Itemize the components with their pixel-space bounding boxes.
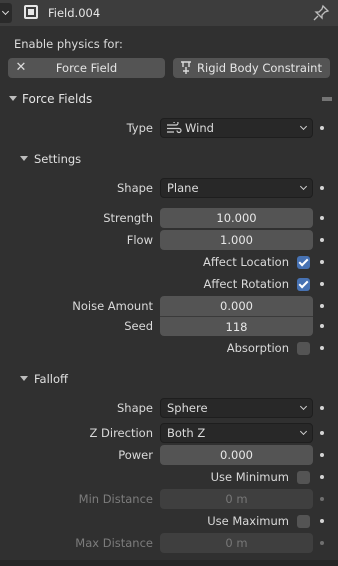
chevron-down-icon xyxy=(299,402,308,411)
max-distance-label: Max Distance xyxy=(75,536,153,550)
force-field-button-label: Force Field xyxy=(55,61,118,75)
keyframe-dot-icon[interactable] xyxy=(320,475,324,479)
z-direction-dropdown[interactable]: Both Z xyxy=(160,423,313,443)
keyframe-dot-icon[interactable] xyxy=(320,453,324,457)
keyframe-dot-icon[interactable] xyxy=(320,346,324,350)
keyframe-dot-icon[interactable] xyxy=(320,216,324,220)
min-distance-field[interactable]: 0 m xyxy=(160,489,313,509)
min-distance-label: Min Distance xyxy=(78,492,153,506)
keyframe-dot-icon[interactable] xyxy=(320,497,324,501)
chevron-down-icon xyxy=(299,427,308,436)
constraint-icon xyxy=(181,61,191,74)
settings-subpanel-title: Settings xyxy=(34,152,82,166)
affect-location-label: Affect Location xyxy=(203,255,289,269)
keyframe-dot-icon[interactable] xyxy=(320,431,324,435)
falloff-shape-dropdown[interactable]: Sphere xyxy=(160,398,313,418)
properties-header: Field.004 xyxy=(0,0,338,26)
force-field-button[interactable]: ✕ Force Field xyxy=(8,58,165,78)
drag-grip-icon[interactable] xyxy=(322,97,332,101)
falloff-subpanel-header[interactable]: Falloff xyxy=(10,368,338,390)
keyframe-dot-icon[interactable] xyxy=(320,282,324,286)
power-label: Power xyxy=(118,448,153,462)
use-maximum-label: Use Maximum xyxy=(207,514,289,528)
expand-arrow-icon xyxy=(20,376,28,381)
falloff-shape-label: Shape xyxy=(116,401,153,415)
type-label: Type xyxy=(126,121,153,135)
shape-dropdown[interactable]: Plane xyxy=(160,178,313,198)
z-direction-label: Z Direction xyxy=(89,426,154,440)
z-direction-value: Both Z xyxy=(167,426,206,440)
force-field-object-icon xyxy=(24,5,38,19)
keyframe-dot-icon[interactable] xyxy=(320,519,324,523)
seed-field[interactable]: 118 xyxy=(160,316,313,336)
close-icon: ✕ xyxy=(15,60,27,75)
use-minimum-label: Use Minimum xyxy=(210,470,289,484)
power-field[interactable]: 0.000 xyxy=(160,445,313,465)
collapse-chevron-icon[interactable] xyxy=(0,3,12,23)
force-fields-panel-title: Force Fields xyxy=(22,92,93,106)
max-distance-field[interactable]: 0 m xyxy=(160,533,313,553)
use-minimum-checkbox[interactable] xyxy=(297,471,310,484)
keyframe-dot-icon[interactable] xyxy=(320,126,324,130)
shape-value: Plane xyxy=(167,181,199,195)
wind-icon xyxy=(167,122,182,134)
keyframe-dot-icon[interactable] xyxy=(320,238,324,242)
rigid-body-constraint-button[interactable]: Rigid Body Constraint xyxy=(173,58,330,78)
falloff-subpanel-title: Falloff xyxy=(34,372,68,386)
chevron-down-icon xyxy=(299,182,308,191)
use-maximum-checkbox[interactable] xyxy=(297,515,310,528)
keyframe-dot-icon[interactable] xyxy=(320,406,324,410)
expand-arrow-icon xyxy=(9,96,17,101)
strength-label: Strength xyxy=(103,211,153,225)
flow-label: Flow xyxy=(126,233,153,247)
falloff-shape-value: Sphere xyxy=(167,401,208,415)
keyframe-dot-icon[interactable] xyxy=(320,186,324,190)
rigid-body-constraint-button-label: Rigid Body Constraint xyxy=(197,61,322,75)
strength-field[interactable]: 10.000 xyxy=(160,208,313,228)
expand-arrow-icon xyxy=(20,156,28,161)
noise-amount-label: Noise Amount xyxy=(72,299,153,313)
type-dropdown[interactable]: Wind xyxy=(160,118,313,138)
force-fields-panel-header[interactable]: Force Fields xyxy=(0,88,338,110)
panel-bottom-edge xyxy=(0,560,338,566)
affect-rotation-label: Affect Rotation xyxy=(203,277,289,291)
noise-amount-field[interactable]: 0.000 xyxy=(160,296,313,316)
chevron-down-icon xyxy=(299,122,308,131)
pin-icon[interactable] xyxy=(312,4,330,22)
keyframe-dot-icon[interactable] xyxy=(320,541,324,545)
object-name[interactable]: Field.004 xyxy=(48,6,100,20)
keyframe-dot-icon[interactable] xyxy=(320,260,324,264)
keyframe-dot-icon[interactable] xyxy=(320,304,324,308)
absorption-label: Absorption xyxy=(226,341,289,355)
flow-field[interactable]: 1.000 xyxy=(160,230,313,250)
affect-location-checkbox[interactable] xyxy=(297,256,310,269)
affect-rotation-checkbox[interactable] xyxy=(297,278,310,291)
settings-subpanel-header[interactable]: Settings xyxy=(10,148,338,170)
absorption-checkbox[interactable] xyxy=(297,342,310,355)
enable-physics-label: Enable physics for: xyxy=(14,37,123,51)
keyframe-dot-icon[interactable] xyxy=(320,324,324,328)
type-value: Wind xyxy=(185,121,214,135)
seed-label: Seed xyxy=(124,319,153,333)
shape-label: Shape xyxy=(116,181,153,195)
